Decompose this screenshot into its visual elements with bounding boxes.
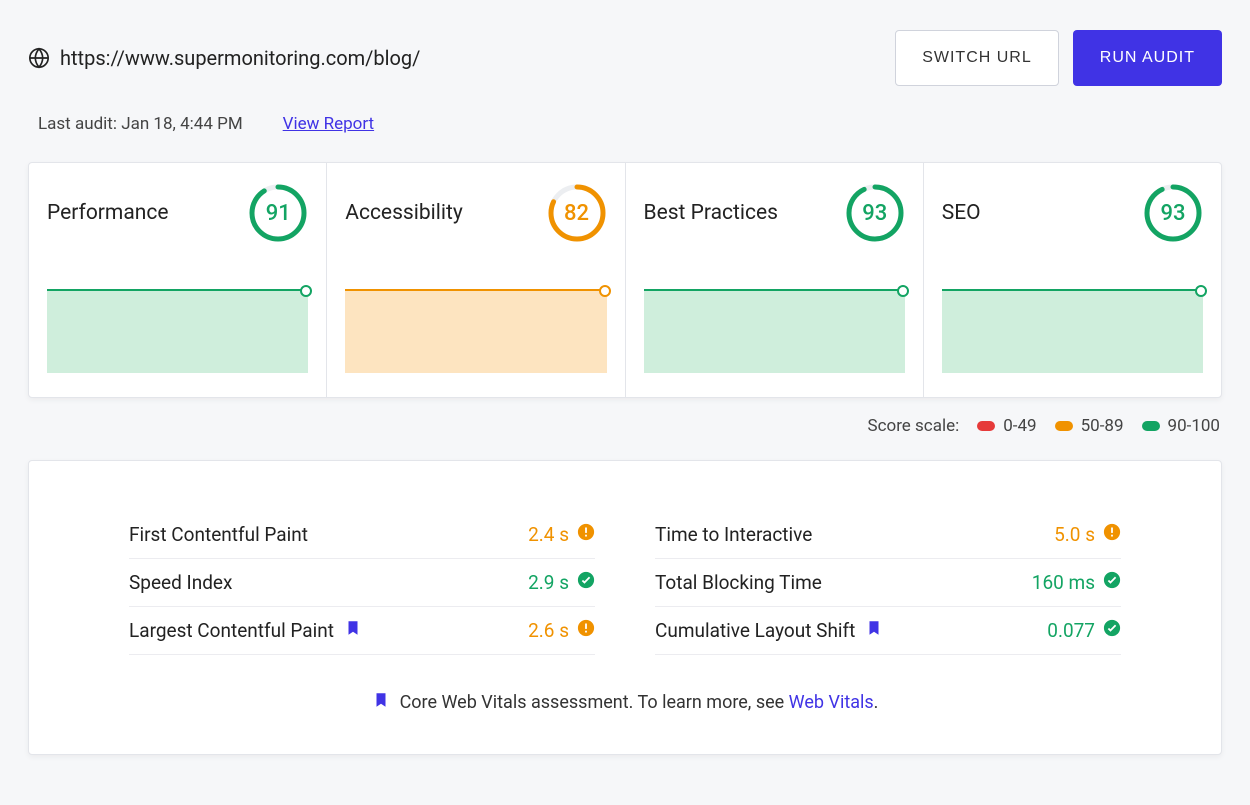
metric-row[interactable]: Cumulative Layout Shift 0.077 xyxy=(655,607,1121,655)
check-icon xyxy=(1103,619,1121,642)
score-label: Performance xyxy=(47,201,168,225)
bookmark-icon xyxy=(344,619,362,642)
metric-value: 2.4 s xyxy=(528,523,569,546)
score-mini-chart xyxy=(47,289,308,373)
metrics-panel: First Contentful Paint 2.4 s Speed Index… xyxy=(28,460,1222,755)
bookmark-icon xyxy=(865,619,883,642)
score-card-seo[interactable]: SEO 93 xyxy=(924,163,1221,397)
score-card-best-practices[interactable]: Best Practices 93 xyxy=(626,163,924,397)
switch-url-button[interactable]: SWITCH URL xyxy=(895,30,1059,86)
metric-name: Cumulative Layout Shift xyxy=(655,619,855,642)
score-label: Accessibility xyxy=(345,201,463,225)
web-vitals-note: Core Web Vitals assessment. To learn mor… xyxy=(129,691,1121,714)
metric-value: 160 ms xyxy=(1032,571,1095,594)
score-mini-chart xyxy=(942,289,1203,373)
score-ring: 93 xyxy=(845,183,905,243)
run-audit-button[interactable]: RUN AUDIT xyxy=(1073,30,1222,86)
scale-red: 0-49 xyxy=(977,416,1036,436)
score-card-accessibility[interactable]: Accessibility 82 xyxy=(327,163,625,397)
scale-orange: 50-89 xyxy=(1055,416,1124,436)
globe-icon xyxy=(28,47,50,69)
scale-green: 90-100 xyxy=(1142,416,1220,436)
scale-label: Score scale: xyxy=(868,416,960,436)
metric-name: Speed Index xyxy=(129,571,232,594)
metric-row[interactable]: Speed Index 2.9 s xyxy=(129,559,595,607)
metric-row[interactable]: Time to Interactive 5.0 s xyxy=(655,511,1121,559)
url-display: https://www.supermonitoring.com/blog/ xyxy=(28,46,420,70)
metric-name: Largest Contentful Paint xyxy=(129,619,334,642)
metric-value: 0.077 xyxy=(1047,619,1095,642)
score-ring: 82 xyxy=(547,183,607,243)
score-value: 82 xyxy=(547,183,607,243)
score-card-performance[interactable]: Performance 91 xyxy=(29,163,327,397)
metric-name: Total Blocking Time xyxy=(655,571,822,594)
check-icon xyxy=(1103,571,1121,594)
metric-row[interactable]: First Contentful Paint 2.4 s xyxy=(129,511,595,559)
score-mini-chart xyxy=(345,289,606,373)
score-label: SEO xyxy=(942,201,981,225)
warning-icon xyxy=(577,619,595,642)
footer-text: Core Web Vitals assessment. To learn mor… xyxy=(400,692,789,713)
metric-row[interactable]: Largest Contentful Paint 2.6 s xyxy=(129,607,595,655)
view-report-link[interactable]: View Report xyxy=(283,114,374,134)
metric-value: 5.0 s xyxy=(1054,523,1095,546)
web-vitals-link[interactable]: Web Vitals xyxy=(789,692,874,713)
score-label: Best Practices xyxy=(644,201,778,225)
page-url: https://www.supermonitoring.com/blog/ xyxy=(60,46,420,70)
score-scale: Score scale: 0-49 50-89 90-100 xyxy=(28,416,1220,436)
score-value: 93 xyxy=(1143,183,1203,243)
score-value: 91 xyxy=(248,183,308,243)
bookmark-icon xyxy=(372,691,390,714)
warning-icon xyxy=(1103,523,1121,546)
score-value: 93 xyxy=(845,183,905,243)
metric-row[interactable]: Total Blocking Time 160 ms xyxy=(655,559,1121,607)
metric-value: 2.6 s xyxy=(528,619,569,642)
score-ring: 93 xyxy=(1143,183,1203,243)
score-mini-chart xyxy=(644,289,905,373)
metric-name: Time to Interactive xyxy=(655,523,812,546)
score-ring: 91 xyxy=(248,183,308,243)
check-icon xyxy=(577,571,595,594)
warning-icon xyxy=(577,523,595,546)
score-cards: Performance 91 Accessibility 82 Be xyxy=(28,162,1222,398)
last-audit-text: Last audit: Jan 18, 4:44 PM xyxy=(38,114,243,134)
metric-name: First Contentful Paint xyxy=(129,523,308,546)
metric-value: 2.9 s xyxy=(528,571,569,594)
